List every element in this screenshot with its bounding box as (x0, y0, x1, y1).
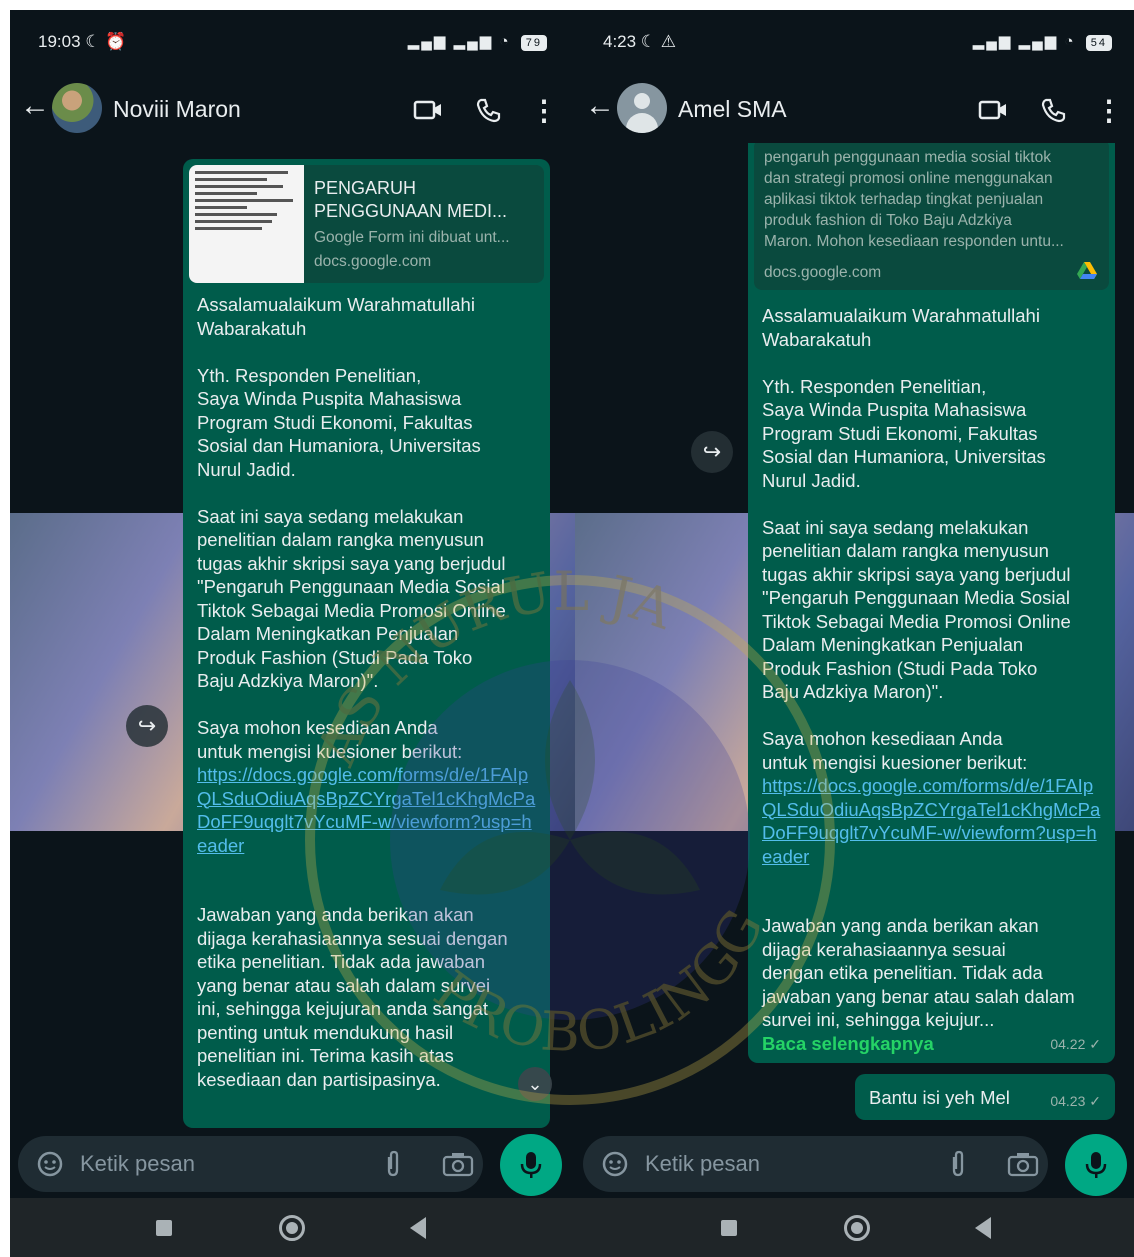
message-closing: Jawaban yang anda berikan akan dijaga ke… (762, 915, 1075, 1030)
camera-icon[interactable] (1007, 1150, 1039, 1178)
preview-thumbnail (189, 165, 304, 283)
video-call-icon[interactable] (976, 93, 1010, 127)
contact-name[interactable]: Amel SMA (678, 96, 787, 123)
forward-icon[interactable]: ↪ (126, 705, 168, 747)
message-time: 04.22 ✓ (1050, 1035, 1101, 1052)
forward-icon[interactable]: ↪ (691, 431, 733, 473)
home-icon[interactable] (279, 1215, 305, 1241)
preview-title: PENGARUH PENGGUNAAN MEDI... (314, 178, 508, 221)
chat-header: ← Amel SMA ⋮ (575, 75, 1134, 143)
signal-icon: ▂▄▆ (407, 33, 448, 50)
form-link[interactable]: https://docs.google.com/forms/d/e/1FAIpQ… (197, 763, 536, 857)
avatar[interactable] (617, 83, 667, 133)
battery-icon: 79 (520, 35, 547, 51)
sticker-icon[interactable] (601, 1150, 629, 1178)
message-composer: Ketik pesan (10, 1128, 575, 1198)
message-input[interactable]: Ketik pesan (18, 1136, 483, 1192)
reply-bubble[interactable]: Bantu isi yeh Mel 04.23 ✓ (855, 1074, 1115, 1120)
microphone-icon (520, 1152, 542, 1178)
form-link[interactable]: https://docs.google.com/forms/d/e/1FAIpQ… (762, 774, 1101, 868)
status-icons: ▂▄▆ ▂▄▆ ◔ 79 (408, 32, 547, 51)
status-time: 19:03 ☾ ⏰ (38, 32, 127, 51)
more-options-icon[interactable]: ⋮ (527, 93, 561, 127)
system-nav-bar (575, 1198, 1134, 1257)
chat-area: ↪ PENGARUH PENGGUNAAN MEDI... Google For… (10, 143, 575, 1128)
signal-icon: ▂▄▆ (453, 33, 494, 50)
video-call-icon[interactable] (411, 93, 445, 127)
microphone-icon (1085, 1152, 1107, 1178)
status-time: 4:23 ☾ ⚠ (603, 32, 677, 51)
message-bubble[interactable]: PENGARUH PENGGUNAAN MEDI... Google Form … (183, 159, 550, 1128)
message-body: Assalamualaikum Warahmatullahi Wabarakat… (762, 305, 1071, 773)
signal-icon: ▂▄▆ (972, 33, 1013, 50)
back-arrow-icon[interactable]: ← (585, 89, 615, 123)
preview-domain: docs.google.com (314, 253, 432, 270)
preview-description: pengaruh penggunaan media sosial tiktok … (764, 149, 1064, 250)
message-composer: Ketik pesan (575, 1128, 1134, 1198)
input-placeholder: Ketik pesan (645, 1151, 760, 1176)
home-icon[interactable] (844, 1215, 870, 1241)
wifi-icon: ◔ (499, 33, 511, 50)
read-more-link[interactable]: Baca selengkapnya (762, 1033, 934, 1054)
mic-button[interactable] (500, 1134, 562, 1196)
camera-icon[interactable] (442, 1150, 474, 1178)
more-options-icon[interactable]: ⋮ (1092, 93, 1126, 127)
google-drive-icon (1077, 262, 1097, 279)
contact-name[interactable]: Noviii Maron (113, 96, 241, 123)
reply-time: 04.23 ✓ (1050, 1093, 1101, 1109)
phone-screen-left: 19:03 ☾ ⏰ ▂▄▆ ▂▄▆ ◔ 79 ← Noviii Maron ⋮ … (10, 10, 575, 1257)
nav-back-icon[interactable] (975, 1217, 991, 1239)
chat-area: ↪ pengaruh penggunaan media sosial tikto… (575, 143, 1134, 1128)
input-placeholder: Ketik pesan (80, 1151, 195, 1176)
scroll-down-chevron-icon[interactable]: ⌄ (518, 1067, 552, 1101)
message-bubble[interactable]: pengaruh penggunaan media sosial tiktok … (748, 143, 1115, 1063)
status-bar: 4:23 ☾ ⚠ ▂▄▆ ▂▄▆ ◔ 54 (575, 10, 1134, 75)
chat-header: ← Noviii Maron ⋮ (10, 75, 575, 143)
reply-text: Bantu isi yeh Mel (869, 1087, 1010, 1108)
system-nav-bar (10, 1198, 575, 1257)
voice-call-icon[interactable] (471, 93, 505, 127)
signal-icon: ▂▄▆ (1018, 33, 1059, 50)
attach-icon[interactable] (945, 1149, 971, 1179)
battery-icon: 54 (1085, 35, 1112, 51)
mic-button[interactable] (1065, 1134, 1127, 1196)
preview-domain: docs.google.com (764, 264, 882, 281)
message-closing: Jawaban yang anda berikan akan dijaga ke… (197, 904, 508, 1090)
recents-icon[interactable] (156, 1220, 172, 1236)
sticker-icon[interactable] (36, 1150, 64, 1178)
message-body: Assalamualaikum Warahmatullahi Wabarakat… (197, 294, 506, 762)
voice-call-icon[interactable] (1036, 93, 1070, 127)
status-icons: ▂▄▆ ▂▄▆ ◔ 54 (973, 32, 1112, 51)
recents-icon[interactable] (721, 1220, 737, 1236)
attach-icon[interactable] (380, 1149, 406, 1179)
back-arrow-icon[interactable]: ← (20, 89, 50, 123)
link-preview[interactable]: pengaruh penggunaan media sosial tiktok … (754, 143, 1109, 290)
status-bar: 19:03 ☾ ⏰ ▂▄▆ ▂▄▆ ◔ 79 (10, 10, 575, 75)
preview-description: Google Form ini dibuat unt... (314, 229, 510, 246)
phone-screen-right: 4:23 ☾ ⚠ ▂▄▆ ▂▄▆ ◔ 54 ← Amel SMA ⋮ ↪ pen… (575, 10, 1134, 1257)
nav-back-icon[interactable] (410, 1217, 426, 1239)
message-input[interactable]: Ketik pesan (583, 1136, 1048, 1192)
avatar[interactable] (52, 83, 102, 133)
wifi-icon: ◔ (1064, 33, 1076, 50)
link-preview[interactable]: PENGARUH PENGGUNAAN MEDI... Google Form … (189, 165, 544, 283)
